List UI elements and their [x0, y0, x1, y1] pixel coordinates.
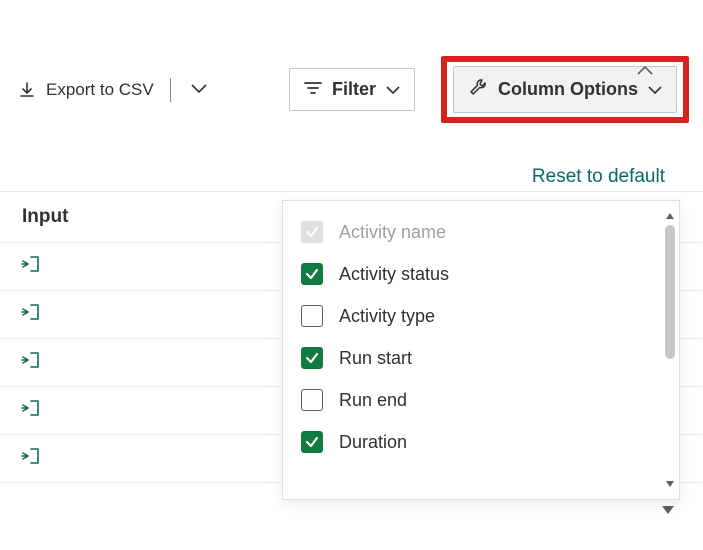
chevron-down-icon: [191, 82, 207, 97]
column-option-duration[interactable]: Duration: [283, 421, 679, 463]
column-option-label: Activity type: [339, 306, 435, 327]
reset-to-default-link[interactable]: Reset to default: [532, 166, 665, 188]
column-option-run-end[interactable]: Run end: [283, 379, 679, 421]
input-icon: [20, 397, 42, 424]
column-option-run-start[interactable]: Run start: [283, 337, 679, 379]
scroll-down-icon[interactable]: [661, 502, 675, 520]
checkbox-icon: [301, 431, 323, 453]
column-options-dropdown: Activity name Activity status Activity t…: [282, 200, 680, 500]
filter-label: Filter: [332, 79, 376, 100]
dropdown-scrollbar[interactable]: [665, 207, 675, 493]
checkbox-icon: [301, 263, 323, 285]
checkbox-icon: [301, 221, 323, 243]
input-icon: [20, 349, 42, 376]
toolbar: Export to CSV Filter Column Options: [0, 44, 703, 135]
chevron-down-icon: [648, 79, 662, 100]
column-option-label: Run start: [339, 348, 412, 369]
chevron-down-icon: [386, 79, 400, 100]
column-options-label: Column Options: [498, 79, 638, 100]
download-icon: [18, 81, 36, 99]
scrollbar-thumb[interactable]: [665, 225, 675, 359]
input-icon: [20, 253, 42, 280]
export-more-button[interactable]: [187, 78, 211, 101]
column-option-activity-status[interactable]: Activity status: [283, 253, 679, 295]
column-options-list: Activity name Activity status Activity t…: [283, 201, 679, 473]
column-option-label: Activity status: [339, 264, 449, 285]
checkbox-icon: [301, 347, 323, 369]
scroll-down-icon[interactable]: [665, 475, 675, 493]
input-icon: [20, 301, 42, 328]
export-csv-button[interactable]: Export to CSV: [14, 74, 158, 106]
filter-button[interactable]: Filter: [289, 68, 415, 111]
filter-icon: [304, 79, 322, 100]
column-option-activity-name: Activity name: [283, 211, 679, 253]
wrench-icon: [468, 77, 488, 102]
column-option-label: Duration: [339, 432, 407, 453]
scroll-up-icon[interactable]: [665, 207, 675, 225]
export-csv-label: Export to CSV: [46, 80, 154, 100]
input-icon: [20, 445, 42, 472]
checkbox-icon: [301, 305, 323, 327]
collapse-caret-icon[interactable]: [637, 62, 653, 80]
column-option-label: Activity name: [339, 222, 446, 243]
checkbox-icon: [301, 389, 323, 411]
column-option-activity-type[interactable]: Activity type: [283, 295, 679, 337]
column-option-label: Run end: [339, 390, 407, 411]
toolbar-divider: [170, 78, 171, 102]
